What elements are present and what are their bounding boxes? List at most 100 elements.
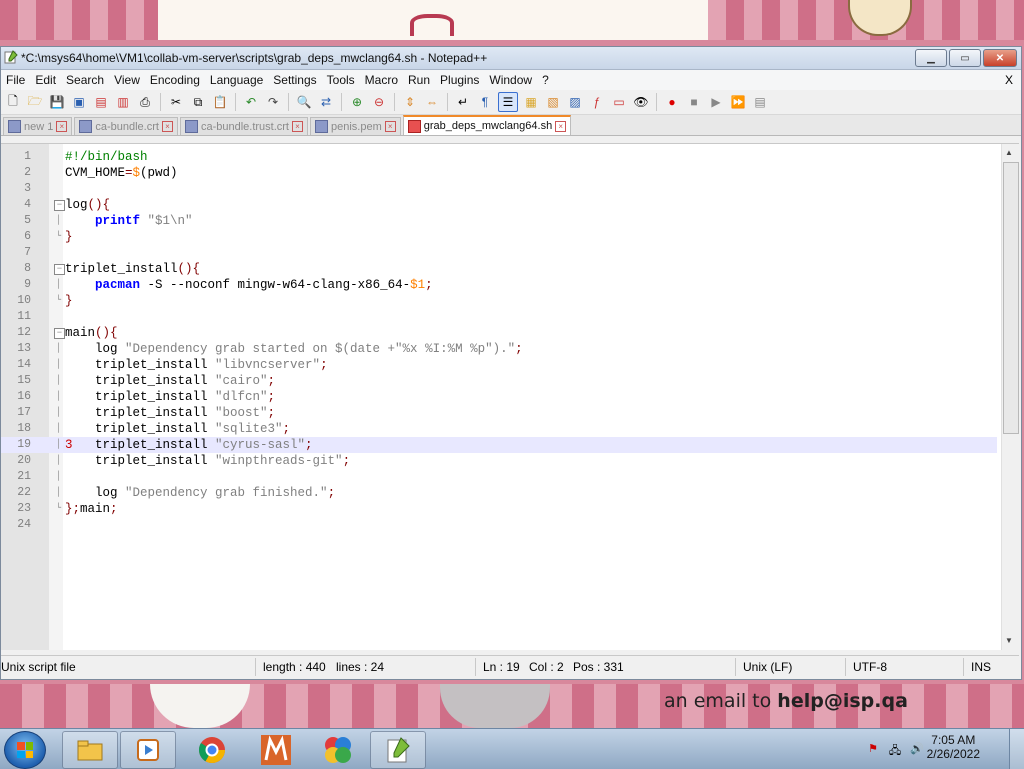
network-icon[interactable]: 🖧 bbox=[888, 742, 902, 757]
tab-ca-bundle-trust-crt[interactable]: ca-bundle.trust.crt × bbox=[179, 117, 308, 135]
save-all-icon[interactable]: ▣ bbox=[70, 93, 88, 111]
tab-ca-bundle-crt[interactable]: ca-bundle.crt × bbox=[74, 117, 178, 135]
code-line[interactable]: 5 │ printf "$1\n" bbox=[1, 213, 997, 229]
menu-language[interactable]: Language bbox=[205, 73, 268, 87]
menu-edit[interactable]: Edit bbox=[30, 73, 61, 87]
code-line[interactable]: 18 │ triplet_install "sqlite3"; bbox=[1, 421, 997, 437]
taskbar-explorer[interactable] bbox=[62, 731, 118, 769]
undo-icon[interactable]: ↶ bbox=[242, 93, 260, 111]
code-line[interactable]: 16 │ triplet_install "dlfcn"; bbox=[1, 389, 997, 405]
tab-new-1[interactable]: new 1 × bbox=[3, 117, 73, 135]
close-all-icon[interactable]: ▥ bbox=[114, 93, 132, 111]
code-line[interactable]: 12 − main(){ bbox=[1, 325, 997, 341]
indent-guide-icon[interactable]: ☰ bbox=[498, 92, 518, 112]
tab-penis-pem[interactable]: penis.pem × bbox=[310, 117, 401, 135]
tab-close-icon[interactable]: × bbox=[384, 121, 396, 132]
folder-workspace-icon[interactable]: ▭ bbox=[610, 93, 628, 111]
minimize-button[interactable]: ▁ bbox=[915, 49, 947, 67]
taskbar-notepadpp[interactable] bbox=[370, 731, 426, 769]
code-line[interactable]: 20 │ triplet_install "winpthreads-git"; bbox=[1, 453, 997, 469]
run-macro-multiple-icon[interactable]: ⏩ bbox=[729, 93, 747, 111]
fold-toggle-icon[interactable]: − bbox=[54, 328, 65, 339]
sync-horizontal-icon[interactable]: ⇔ bbox=[423, 93, 441, 111]
doc-list-icon[interactable]: ▨ bbox=[566, 93, 584, 111]
redo-icon[interactable]: ↷ bbox=[264, 93, 282, 111]
code-line[interactable]: 6 └} bbox=[1, 229, 997, 245]
status-mode[interactable]: INS bbox=[971, 660, 991, 674]
code-line[interactable]: 15 │ triplet_install "cairo"; bbox=[1, 373, 997, 389]
menu-run[interactable]: Run bbox=[403, 73, 435, 87]
sync-vertical-icon[interactable]: ⇕ bbox=[401, 93, 419, 111]
close-document-button[interactable]: X bbox=[1005, 73, 1013, 87]
code-line[interactable]: 8 − triplet_install(){ bbox=[1, 261, 997, 277]
fold-toggle-icon[interactable]: − bbox=[54, 264, 65, 275]
cut-icon[interactable]: ✂ bbox=[167, 93, 185, 111]
taskbar-chrome[interactable] bbox=[184, 731, 240, 769]
open-file-icon[interactable]: 🗁 bbox=[26, 93, 44, 111]
find-icon[interactable]: 🔍 bbox=[295, 93, 313, 111]
stop-macro-icon[interactable]: ■ bbox=[685, 93, 703, 111]
zoom-in-icon[interactable]: ⊕ bbox=[348, 93, 366, 111]
code-line[interactable]: 13 │ log "Dependency grab started on $(da… bbox=[1, 341, 997, 357]
code-line[interactable]: 21 │ bbox=[1, 469, 997, 485]
code-line[interactable]: 22 │ log "Dependency grab finished."; bbox=[1, 485, 997, 501]
code-line[interactable]: 23 └};main; bbox=[1, 501, 997, 517]
status-encoding[interactable]: UTF-8 bbox=[853, 660, 887, 674]
menu-search[interactable]: Search bbox=[61, 73, 109, 87]
new-file-icon[interactable]: 🗋 bbox=[4, 93, 22, 111]
show-desktop-button[interactable] bbox=[1009, 729, 1024, 769]
menu-settings[interactable]: Settings bbox=[268, 73, 321, 87]
close-button[interactable]: ✕ bbox=[983, 49, 1017, 67]
record-macro-icon[interactable]: ● bbox=[663, 93, 681, 111]
clock[interactable]: 7:05 AM 2/26/2022 bbox=[927, 733, 980, 761]
function-list-icon[interactable]: ƒ bbox=[588, 93, 606, 111]
menu-encoding[interactable]: Encoding bbox=[145, 73, 205, 87]
close-file-icon[interactable]: ▤ bbox=[92, 93, 110, 111]
copy-icon[interactable]: ⧉ bbox=[189, 93, 207, 111]
monitoring-icon[interactable]: 👁 bbox=[632, 93, 650, 111]
title-bar[interactable]: *C:\msys64\home\VM1\collab-vm-server\scr… bbox=[1, 47, 1021, 70]
volume-icon[interactable]: 🔊 bbox=[910, 742, 924, 756]
code-line[interactable]: 2 CVM_HOME=$(pwd) bbox=[1, 165, 997, 181]
menu-file[interactable]: File bbox=[1, 73, 30, 87]
tab-close-icon[interactable]: × bbox=[292, 121, 303, 132]
vertical-scrollbar[interactable]: ▲ ▼ bbox=[1001, 144, 1019, 650]
scroll-up-icon[interactable]: ▲ bbox=[1005, 148, 1013, 157]
menu-plugins[interactable]: Plugins bbox=[435, 73, 484, 87]
menu-tools[interactable]: Tools bbox=[322, 73, 360, 87]
code-line[interactable]: 11 bbox=[1, 309, 997, 325]
tab-close-icon[interactable]: × bbox=[161, 121, 173, 132]
scroll-down-icon[interactable]: ▼ bbox=[1005, 636, 1013, 645]
menu-help[interactable]: ? bbox=[537, 73, 554, 87]
paste-icon[interactable]: 📋 bbox=[211, 93, 229, 111]
code-editor[interactable]: 1 #!/bin/bash 2 CVM_HOME=$(pwd) 3 4− log(){5 │ … bbox=[1, 143, 1019, 650]
tab-close-icon[interactable]: × bbox=[555, 120, 567, 132]
status-eol[interactable]: Unix (LF) bbox=[743, 660, 792, 674]
tab-grab-deps-mwclang64-sh[interactable]: grab_deps_mwclang64.sh × bbox=[402, 115, 572, 135]
code-line[interactable]: 9 │ pacman -S --noconf mingw-w64-clang-x8… bbox=[1, 277, 997, 293]
code-line[interactable]: 4 − log(){ bbox=[1, 197, 997, 213]
menu-window[interactable]: Window bbox=[484, 73, 537, 87]
code-line[interactable]: 24 bbox=[1, 517, 997, 533]
scrollbar-thumb[interactable] bbox=[1003, 162, 1019, 434]
doc-map-icon[interactable]: ▧ bbox=[544, 93, 562, 111]
code-line[interactable]: 3 bbox=[1, 181, 997, 197]
menu-view[interactable]: View bbox=[109, 73, 145, 87]
replace-icon[interactable]: ⇄ bbox=[317, 93, 335, 111]
menu-macro[interactable]: Macro bbox=[360, 73, 403, 87]
taskbar-app[interactable] bbox=[310, 731, 366, 769]
action-center-icon[interactable]: ⚑ bbox=[866, 742, 880, 756]
code-line[interactable]: 1 #!/bin/bash bbox=[1, 149, 997, 165]
code-lines[interactable]: 1 #!/bin/bash 2 CVM_HOME=$(pwd) 3 4− log(){5 │ … bbox=[1, 149, 997, 533]
code-line[interactable]: 14 │ triplet_install "libvncserver"; bbox=[1, 357, 997, 373]
maximize-button[interactable]: ▭ bbox=[949, 49, 981, 67]
fold-toggle-icon[interactable]: − bbox=[54, 200, 65, 211]
taskbar-msys2[interactable] bbox=[248, 731, 304, 769]
show-all-chars-icon[interactable]: ¶ bbox=[476, 93, 494, 111]
start-button[interactable] bbox=[4, 731, 46, 769]
code-line[interactable]: 19 │ triplet_install "cyrus-sasl"; 3 bbox=[1, 437, 997, 453]
save-macro-icon[interactable]: ▤ bbox=[751, 93, 769, 111]
udl-icon[interactable]: ▦ bbox=[522, 93, 540, 111]
code-line[interactable]: 7 bbox=[1, 245, 997, 261]
zoom-out-icon[interactable]: ⊖ bbox=[370, 93, 388, 111]
